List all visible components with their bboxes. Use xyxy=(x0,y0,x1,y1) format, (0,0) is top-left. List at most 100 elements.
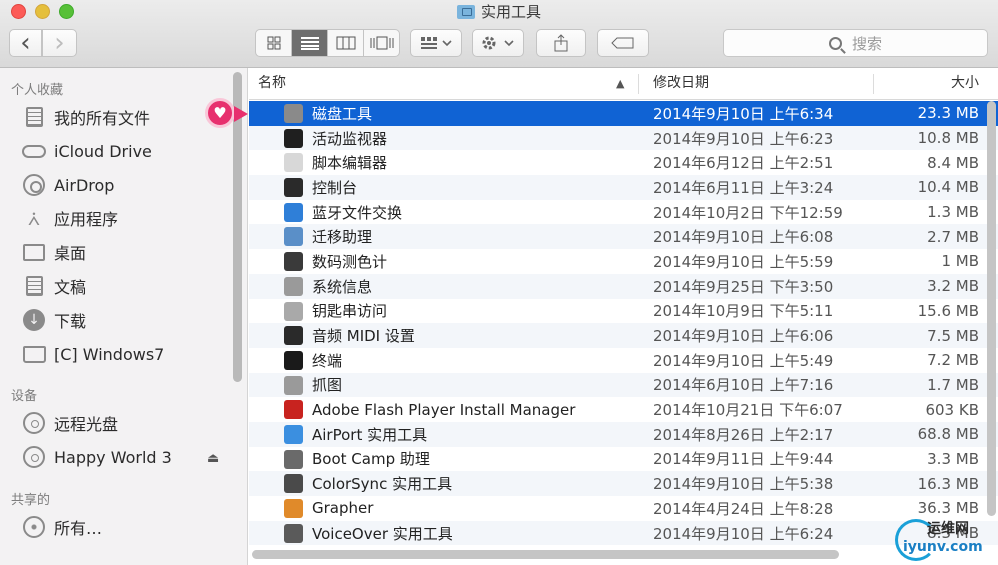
sidebar-item-all-files[interactable]: 我的所有文件 xyxy=(22,102,150,132)
file-size: 7.5 MB xyxy=(927,326,979,345)
search-field[interactable]: 搜索 xyxy=(723,29,988,57)
airport-icon xyxy=(284,424,303,444)
arrange-button[interactable] xyxy=(410,29,462,57)
sidebar-item-label: AirDrop xyxy=(54,175,115,195)
file-size: 603 KB xyxy=(925,400,979,419)
share-button[interactable] xyxy=(536,29,586,57)
file-row[interactable]: 蓝牙文件交换 2014年10月2日 下午12:59 1.3 MB xyxy=(249,200,998,225)
file-row[interactable]: ColorSync 实用工具 2014年9月10日 上午5:38 16.3 MB xyxy=(249,471,998,496)
sidebar-item-label: 我的所有文件 xyxy=(54,109,151,128)
tags-button[interactable] xyxy=(597,29,649,57)
file-date: 2014年9月10日 上午6:06 xyxy=(653,327,834,346)
sort-ascending-icon[interactable]: ▲ xyxy=(616,68,624,99)
eject-icon[interactable]: ⏏ xyxy=(207,451,219,466)
column-header-date[interactable]: 修改日期 xyxy=(653,68,709,99)
file-size: 16.3 MB xyxy=(917,474,979,493)
column-divider[interactable] xyxy=(873,74,874,94)
sidebar-item-airdrop[interactable]: AirDrop xyxy=(22,170,114,200)
utilities-folder-icon xyxy=(456,5,475,19)
pointer-arrow-icon xyxy=(234,106,248,122)
file-row[interactable]: AirPort 实用工具 2014年8月26日 上午2:17 68.8 MB xyxy=(249,421,998,447)
file-size: 3.3 MB xyxy=(927,449,979,468)
file-date: 2014年9月10日 上午5:59 xyxy=(653,252,834,271)
icon-view-button[interactable] xyxy=(256,30,292,56)
file-row[interactable]: 音频 MIDI 设置 2014年9月10日 上午6:06 7.5 MB xyxy=(249,323,998,348)
sidebar-item-all-shared[interactable]: 所有… xyxy=(22,512,102,542)
column-view-button[interactable] xyxy=(328,30,364,56)
watermark-logo: 运维网 iyunv.com xyxy=(893,517,993,562)
file-row[interactable]: Boot Camp 助理 2014年9月11日 上午9:44 3.3 MB xyxy=(249,447,998,472)
voiceover-icon xyxy=(284,523,303,543)
file-size: 2.7 MB xyxy=(927,227,979,246)
column-divider[interactable] xyxy=(638,74,639,94)
bluetooth-icon xyxy=(284,202,303,222)
downloads-icon: ↓ xyxy=(22,308,46,332)
file-list: 名称 ▲ 修改日期 大小 磁盘工具 2014年9月10日 上午6:34 23.3 M… xyxy=(249,68,998,565)
back-button[interactable]: ‹ xyxy=(9,29,42,57)
file-name: 控制台 xyxy=(312,178,358,197)
sidebar-item-label: [C] Windows7 xyxy=(54,344,165,364)
file-date: 2014年6月11日 上午3:24 xyxy=(653,178,834,197)
file-row[interactable]: 抓图 2014年6月10日 上午7:16 1.7 MB xyxy=(249,372,998,398)
search-placeholder: 搜索 xyxy=(851,34,882,53)
sidebar-item-icloud-drive[interactable]: iCloud Drive xyxy=(22,136,152,166)
file-row[interactable]: 终端 2014年9月10日 上午5:49 7.2 MB xyxy=(249,348,998,373)
file-size: 10.8 MB xyxy=(917,129,979,148)
network-icon xyxy=(22,515,46,539)
file-date: 2014年9月10日 上午5:38 xyxy=(653,475,834,494)
forward-button[interactable]: › xyxy=(42,29,77,57)
file-row[interactable]: Adobe Flash Player Install Manager 2014年1… xyxy=(249,397,998,422)
file-row[interactable]: 控制台 2014年6月11日 上午3:24 10.4 MB xyxy=(249,175,998,200)
list-view-button[interactable] xyxy=(292,30,328,56)
file-row[interactable]: 钥匙串访问 2014年10月9日 下午5:11 15.6 MB xyxy=(249,299,998,324)
sidebar: 个人收藏 我的所有文件 iCloud Drive AirDrop ⩑ 应用程序 … xyxy=(0,68,248,565)
file-date: 2014年9月10日 上午6:34 xyxy=(653,104,834,123)
sidebar-item-desktop[interactable]: 桌面 xyxy=(22,237,86,267)
file-row[interactable]: 数码测色计 2014年9月10日 上午5:59 1 MB xyxy=(249,249,998,274)
vertical-scrollbar[interactable] xyxy=(987,101,996,516)
horizontal-scrollbar[interactable] xyxy=(252,550,839,559)
file-row[interactable]: 迁移助理 2014年9月10日 上午6:08 2.7 MB xyxy=(249,224,998,250)
sidebar-item-windows7[interactable]: [C] Windows7 xyxy=(22,339,164,369)
file-size: 8.4 MB xyxy=(927,153,979,172)
file-name: Grapher xyxy=(312,499,374,518)
applications-icon: ⩑ xyxy=(27,206,41,230)
file-row[interactable]: 活动监视器 2014年9月10日 上午6:23 10.8 MB xyxy=(249,125,998,151)
forward-chevron-icon: › xyxy=(54,28,65,58)
column-header-size[interactable]: 大小 xyxy=(951,68,979,99)
sidebar-item-label: 所有… xyxy=(54,519,103,538)
window-title-text: 实用工具 xyxy=(480,3,541,21)
sidebar-item-happy-world-3[interactable]: Happy World 3 xyxy=(22,442,172,472)
documents-icon xyxy=(22,274,46,298)
sidebar-item-downloads[interactable]: ↓ 下载 xyxy=(22,305,86,335)
file-name: ColorSync 实用工具 xyxy=(312,475,453,494)
file-row[interactable]: Grapher 2014年4月24日 上午8:28 36.3 MB xyxy=(249,496,998,521)
file-row[interactable]: 系统信息 2014年9月25日 下午3:50 3.2 MB xyxy=(249,273,998,299)
sidebar-item-documents[interactable]: 文稿 xyxy=(22,271,86,301)
file-row[interactable]: 脚本编辑器 2014年6月12日 上午2:51 8.4 MB xyxy=(249,150,998,175)
file-size: 23.3 MB xyxy=(917,104,979,123)
grapher-icon xyxy=(284,499,303,518)
watermark-brand: 运维网 xyxy=(927,521,969,537)
sidebar-item-applications[interactable]: ⩑ 应用程序 xyxy=(22,203,118,233)
gear-icon xyxy=(482,36,514,50)
file-row[interactable]: 磁盘工具 2014年9月10日 上午6:34 23.3 MB xyxy=(249,101,998,126)
watermark-url: iyunv.com xyxy=(903,539,983,555)
file-row[interactable]: VoiceOver 实用工具 2014年9月10日 上午6:24 8.3 MB xyxy=(249,520,998,546)
action-button[interactable] xyxy=(472,29,524,57)
column-header-name[interactable]: 名称 xyxy=(258,68,286,99)
cloud-icon xyxy=(22,139,46,163)
cover-flow-view-button[interactable] xyxy=(364,30,399,56)
script-editor-icon xyxy=(284,153,303,173)
file-name: 数码测色计 xyxy=(312,252,388,271)
icon-view-icon xyxy=(267,36,280,50)
sidebar-item-remote-disc[interactable]: 远程光盘 xyxy=(22,408,118,438)
view-mode-group xyxy=(255,29,400,57)
sidebar-section-shared: 共享的 xyxy=(11,493,51,508)
file-size: 68.8 MB xyxy=(917,425,979,444)
activity-monitor-icon xyxy=(284,128,303,148)
file-date: 2014年10月21日 下午6:07 xyxy=(653,401,843,420)
tag-icon xyxy=(611,37,634,49)
sidebar-item-label: Happy World 3 xyxy=(54,447,172,467)
disk-utility-icon xyxy=(284,104,303,123)
